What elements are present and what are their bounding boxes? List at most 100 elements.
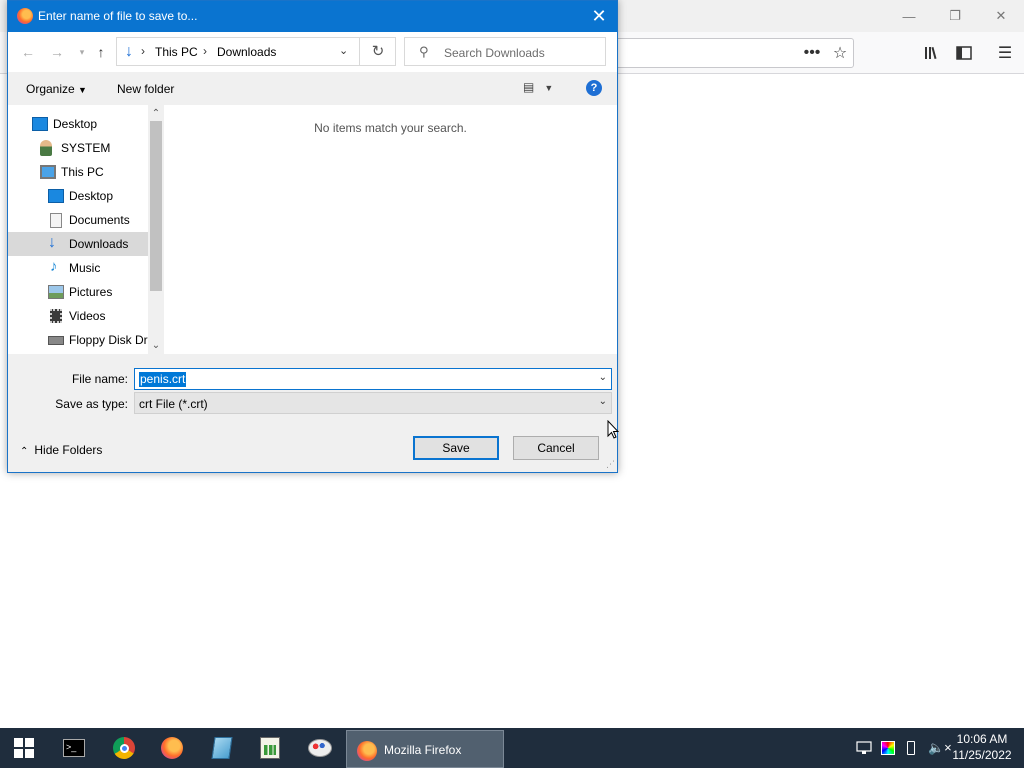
tree-item-label: Desktop	[53, 117, 98, 131]
page-actions-icon[interactable]: •••	[798, 39, 826, 67]
firefox-icon	[17, 8, 33, 24]
chrome-icon[interactable]	[100, 728, 148, 768]
tree-item-label: Floppy Disk Dri	[69, 333, 151, 347]
downloads-icon: ↓	[125, 43, 133, 60]
tree-item-label: Desktop	[69, 189, 114, 203]
tree-item-this-pc[interactable]: This PC	[8, 160, 148, 184]
save-file-dialog: Enter name of file to save to... ✕ ← → ▾…	[7, 0, 618, 473]
dialog-title: Enter name of file to save to...	[38, 9, 198, 23]
tree-item-label: SYSTEM	[61, 141, 111, 155]
sidebar-icon[interactable]	[950, 39, 978, 67]
file-name-value[interactable]: penis.crt	[139, 372, 187, 387]
usb-icon[interactable]	[907, 728, 915, 768]
taskbar-firefox-window[interactable]: Mozilla Firefox	[346, 730, 504, 768]
file-list-pane[interactable]: No items match your search.	[164, 105, 617, 354]
view-list-icon: ▤	[523, 80, 535, 94]
dialog-footer: File name: penis.crt ⌄ Save as type: crt…	[8, 354, 617, 472]
minimize-icon[interactable]: —	[886, 0, 932, 32]
up-icon[interactable]: ↑	[91, 42, 111, 62]
downloads-icon: ↓	[48, 234, 56, 251]
chevron-down-icon[interactable]: ⌄	[599, 372, 607, 383]
spreadsheet-icon[interactable]	[246, 728, 294, 768]
clock-date: 11/25/2022	[952, 748, 1012, 762]
save-type-value: crt File (*.crt)	[139, 397, 208, 411]
hide-folders-label: Hide Folders	[34, 443, 103, 457]
chevron-up-icon: ⌃	[20, 446, 29, 457]
help-icon[interactable]: ?	[586, 80, 602, 96]
scrollbar-thumb[interactable]	[150, 121, 162, 291]
tree-item-label: Downloads	[69, 237, 129, 251]
breadcrumb-this-pc[interactable]: This PC	[155, 45, 198, 59]
tree-item-label: Videos	[69, 309, 106, 323]
view-options-button[interactable]: ▤ ▼	[523, 80, 553, 94]
close-icon[interactable]: ✕	[587, 5, 611, 27]
save-type-label: Save as type:	[55, 397, 128, 411]
organize-button[interactable]: Organize ▼	[26, 82, 87, 96]
clock-time: 10:06 AM	[956, 732, 1008, 746]
tree-item-pictures[interactable]: Pictures	[8, 280, 148, 304]
firefox-icon	[357, 741, 377, 761]
restore-icon[interactable]: ❐	[932, 0, 978, 32]
tree-item-label: Pictures	[69, 285, 113, 299]
chevron-down-icon: ▼	[78, 85, 87, 95]
menu-icon[interactable]: ☰	[991, 39, 1019, 67]
tree-item-label: Music	[69, 261, 101, 275]
desktop-icon	[32, 117, 48, 131]
computer-icon	[40, 165, 56, 179]
tree-item-label: Documents	[69, 213, 130, 227]
taskbar: >_ Mozilla Firefox 🔈× 10:06 AM 11/25/202…	[0, 728, 1024, 768]
new-folder-button[interactable]: New folder	[117, 82, 174, 96]
scroll-down-icon[interactable]: ⌄	[148, 339, 164, 353]
firefox-icon[interactable]	[148, 728, 196, 768]
save-type-select[interactable]: crt File (*.crt) ⌄	[134, 392, 612, 414]
chevron-down-icon[interactable]: ⌄	[599, 396, 607, 407]
file-name-field[interactable]: penis.crt ⌄	[134, 368, 612, 390]
cancel-button[interactable]: Cancel	[513, 436, 599, 460]
back-icon[interactable]: ←	[18, 42, 38, 62]
address-bar[interactable]: ↓ › This PC › Downloads ⌄ ↻	[116, 37, 396, 66]
start-button[interactable]	[0, 728, 48, 768]
navigation-bar: ← → ▾ ↑ ↓ › This PC › Downloads ⌄ ↻ ⚲ Se…	[8, 32, 617, 72]
tree-item-music[interactable]: ♪ Music	[8, 256, 148, 280]
tree-item-system[interactable]: SYSTEM	[8, 136, 148, 160]
tree-item-floppy[interactable]: Floppy Disk Dri	[8, 328, 151, 352]
paint-icon[interactable]	[296, 728, 344, 768]
resize-grip-icon[interactable]: ⋰	[606, 459, 615, 470]
tree-item-label: This PC	[61, 165, 104, 179]
color-picker-icon[interactable]	[881, 728, 895, 768]
network-icon[interactable]	[856, 728, 872, 768]
forward-icon[interactable]: →	[47, 42, 67, 62]
command-bar: Organize ▼ New folder ▤ ▼ ?	[8, 72, 617, 105]
documents-icon	[50, 213, 62, 228]
breadcrumb-downloads[interactable]: Downloads	[217, 45, 276, 59]
save-button[interactable]: Save	[413, 436, 499, 460]
search-placeholder: Search Downloads	[444, 46, 545, 60]
terminal-icon[interactable]: >_	[50, 728, 98, 768]
scroll-up-icon[interactable]: ⌃	[148, 107, 164, 121]
tree-item-documents[interactable]: Documents	[8, 208, 148, 232]
bookmark-star-icon[interactable]: ☆	[826, 39, 854, 67]
window-close-icon[interactable]: ✕	[978, 0, 1024, 32]
hide-folders-button[interactable]: ⌃ Hide Folders	[20, 443, 102, 457]
tree-item-downloads[interactable]: ↓ Downloads	[8, 232, 148, 256]
recent-dropdown-icon[interactable]: ▾	[72, 42, 92, 62]
empty-message: No items match your search.	[314, 121, 467, 135]
notepad-icon[interactable]	[198, 728, 246, 768]
refresh-icon[interactable]: ↻	[359, 38, 396, 65]
system-clock[interactable]: 10:06 AM 11/25/2022	[946, 731, 1018, 763]
tree-item-desktop[interactable]: Desktop	[8, 112, 148, 136]
dialog-titlebar: Enter name of file to save to... ✕	[8, 1, 617, 32]
windows-icon	[14, 738, 34, 758]
chevron-right-icon: ›	[203, 44, 207, 58]
taskbar-window-label: Mozilla Firefox	[384, 743, 462, 757]
search-input[interactable]: ⚲ Search Downloads	[404, 37, 606, 66]
library-icon[interactable]	[918, 39, 946, 67]
organize-label: Organize	[26, 82, 75, 96]
folder-tree: Desktop SYSTEM This PC Desktop Documents…	[8, 105, 164, 354]
tree-item-videos[interactable]: Videos	[8, 304, 148, 328]
tree-item-desktop-2[interactable]: Desktop	[8, 184, 148, 208]
tree-scrollbar[interactable]: ⌃ ⌄	[148, 105, 164, 354]
chevron-right-icon: ›	[141, 44, 145, 58]
chevron-down-icon[interactable]: ⌄	[339, 44, 348, 57]
pictures-icon	[48, 285, 64, 299]
